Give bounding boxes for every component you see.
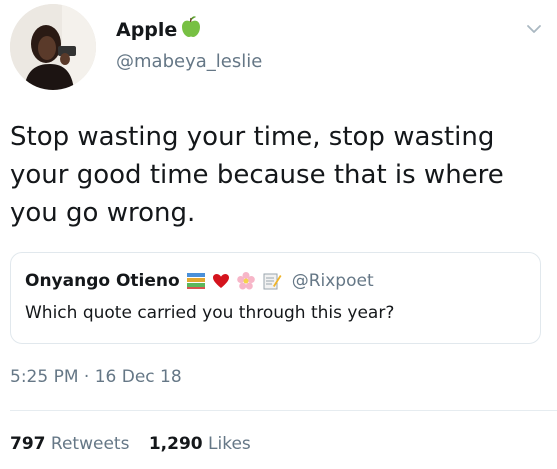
books-icon <box>186 272 206 290</box>
quoted-display-name: Onyango Otieno <box>25 271 180 291</box>
chevron-down-icon[interactable] <box>525 20 543 38</box>
avatar-photo <box>10 4 96 90</box>
retweets-stat[interactable]: 797 Retweets <box>10 434 129 454</box>
author-display-name-row[interactable]: Apple <box>116 16 262 43</box>
author-handle[interactable]: @mabeya_leslie <box>116 51 262 73</box>
retweets-count: 797 <box>10 434 46 454</box>
quoted-tweet-text: Which quote carried you through this yea… <box>25 303 395 323</box>
divider <box>10 410 557 411</box>
likes-count: 1,290 <box>148 434 203 454</box>
quoted-tweet-card[interactable]: Onyango Otieno @Rixpoet Which quote carr… <box>10 252 541 344</box>
likes-stat[interactable]: 1,290 Likes <box>149 434 251 454</box>
cherry-blossom-icon <box>236 271 256 291</box>
quoted-handle: @Rixpoet <box>291 271 374 291</box>
heart-icon <box>212 273 230 289</box>
author-block: Apple @mabeya_leslie <box>116 16 262 73</box>
tweet: Apple @mabeya_leslie Stop wasting your t… <box>0 0 557 469</box>
green-apple-icon <box>181 16 201 43</box>
tweet-text: Stop wasting your time, stop wasting you… <box>10 122 504 228</box>
likes-label: Likes <box>208 434 251 454</box>
timestamp[interactable]: 5:25 PM · 16 Dec 18 <box>10 367 182 387</box>
quoted-tweet-header: Onyango Otieno @Rixpoet <box>25 271 374 291</box>
engagement-stats: 797 Retweets 1,290 Likes <box>10 434 265 454</box>
author-display-name: Apple <box>116 18 178 41</box>
avatar[interactable] <box>10 4 96 90</box>
memo-icon <box>262 271 282 291</box>
retweets-label: Retweets <box>50 434 130 454</box>
